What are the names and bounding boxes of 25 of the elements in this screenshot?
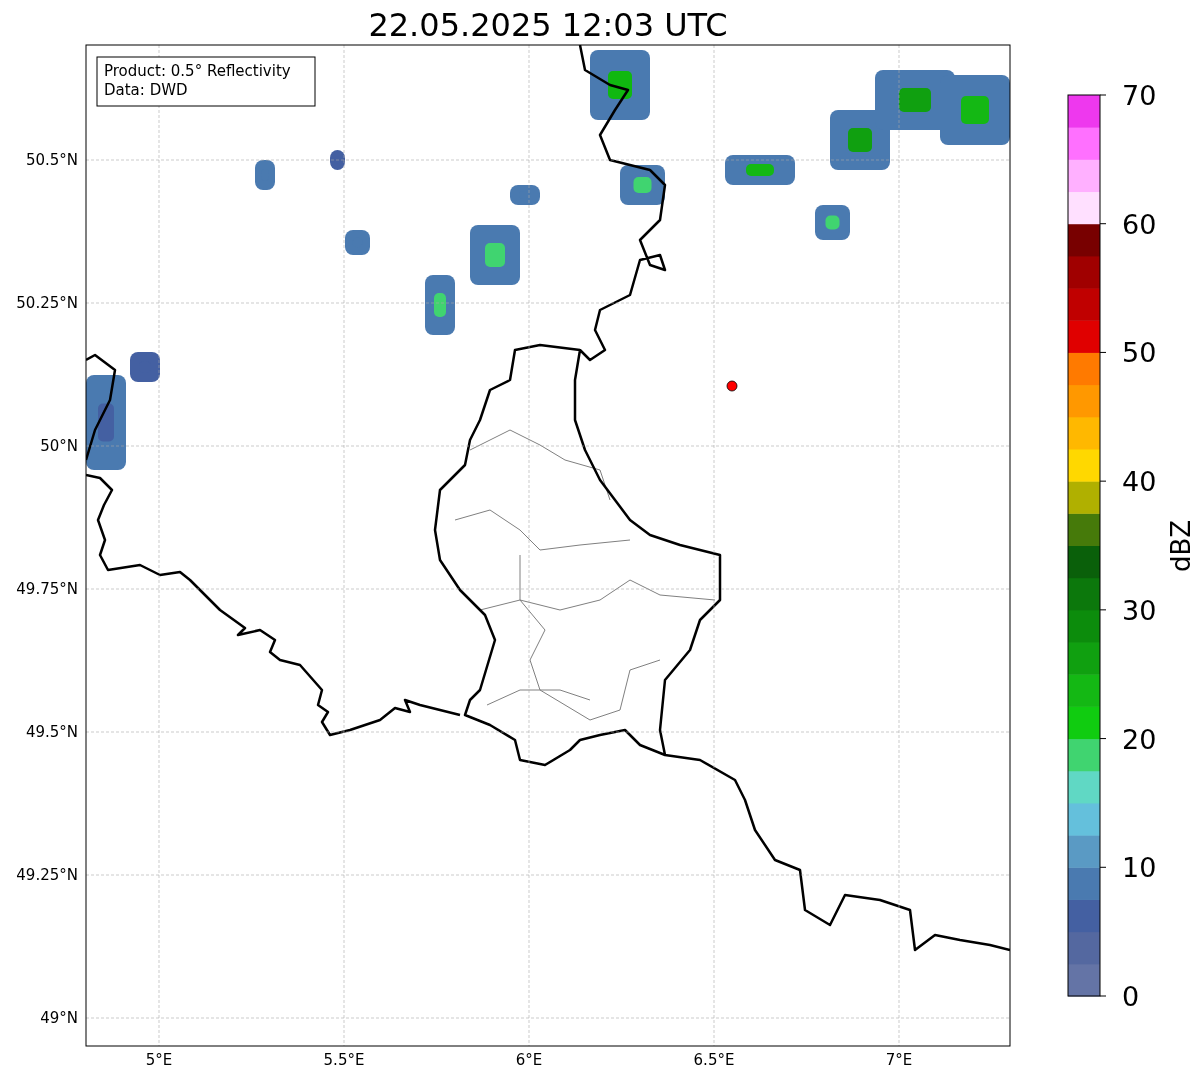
colorbar-tick-label: 40 [1122,466,1157,498]
longitude-label: 6°E [515,1051,543,1069]
longitude-label: 6.5°E [693,1051,735,1069]
longitude-label: 7°E [885,1051,913,1069]
colorbar-tick-label: 60 [1122,208,1157,240]
latitude-label: 49.5°N [25,723,78,741]
info-text: Product: 0.5° Reflectivity [104,62,291,80]
longitude-label: 5.5°E [323,1051,365,1069]
latitude-label: 49.75°N [16,580,78,598]
colorbar-tick-label: 0 [1122,981,1140,1012]
colorbar-tick-label: 30 [1122,594,1157,626]
chart-title: 22.05.2025 12:03 UTC [368,6,728,44]
latitude-label: 49°N [40,1009,78,1027]
latitude-label: 50.25°N [16,294,78,312]
colorbar-tick-label: 20 [1122,723,1157,755]
latitude-label: 50.5°N [25,151,78,169]
colorbar-label: dBZ [1166,519,1196,573]
colorbar-tick-label: 10 [1122,852,1157,884]
longitude-label: 5°E [145,1051,173,1069]
colorbar-tick-label: 70 [1122,80,1157,111]
location-marker [726,380,738,392]
colorbar-tick-label: 50 [1122,337,1157,369]
latitude-label: 50°N [40,437,78,455]
latitude-label: 49.25°N [16,866,78,884]
info-text: Data: DWD [104,81,188,99]
